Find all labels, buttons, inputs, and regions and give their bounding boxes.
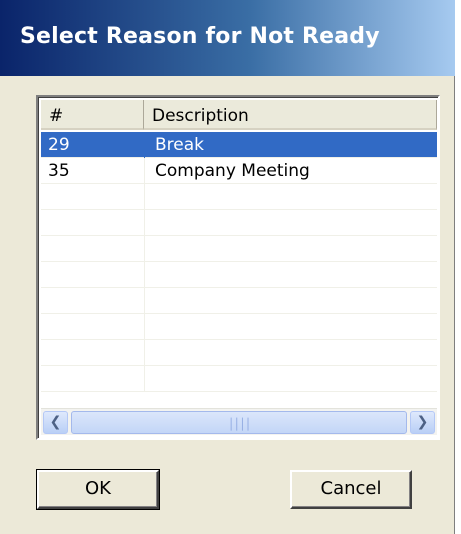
cell-number: 29 <box>48 135 70 155</box>
cancel-button[interactable]: Cancel <box>290 470 412 509</box>
grip-icon: ││││ <box>227 418 251 431</box>
chevron-right-icon: ❯ <box>416 414 429 430</box>
table-row[interactable] <box>41 288 437 314</box>
column-divider <box>144 288 145 314</box>
scroll-thumb[interactable]: ││││ <box>71 411 407 434</box>
column-header-number[interactable]: # <box>41 100 144 130</box>
table-row[interactable] <box>41 366 437 392</box>
column-divider <box>144 158 145 184</box>
cell-number: 35 <box>48 161 70 181</box>
list-header: # Description <box>41 100 437 130</box>
title-bar[interactable]: Select Reason for Not Ready <box>0 0 455 76</box>
column-divider <box>144 340 145 366</box>
reasons-list-view[interactable]: # Description 29 Break 35 Company Meeting ❮… <box>36 95 440 440</box>
table-row[interactable] <box>41 210 437 236</box>
ok-button[interactable]: OK <box>36 469 160 510</box>
column-divider <box>144 366 145 392</box>
table-row[interactable] <box>41 340 437 366</box>
column-header-description[interactable]: Description <box>144 100 437 130</box>
select-reason-dialog: Select Reason for Not Ready # Descriptio… <box>0 0 455 534</box>
column-divider <box>144 262 145 288</box>
scroll-left-button[interactable]: ❮ <box>43 411 68 434</box>
list-rows: 29 Break 35 Company Meeting <box>41 132 437 392</box>
cell-description: Company Meeting <box>155 161 310 181</box>
column-divider <box>144 314 145 340</box>
column-divider <box>144 184 145 210</box>
table-row[interactable] <box>41 314 437 340</box>
column-divider <box>144 210 145 236</box>
cell-description: Break <box>155 135 204 155</box>
table-row[interactable] <box>41 236 437 262</box>
horizontal-scrollbar[interactable]: ❮ ││││ ❯ <box>41 408 437 435</box>
column-divider <box>144 132 145 158</box>
table-row[interactable] <box>41 262 437 288</box>
dialog-title: Select Reason for Not Ready <box>20 24 380 49</box>
table-row[interactable] <box>41 184 437 210</box>
scroll-right-button[interactable]: ❯ <box>410 411 435 434</box>
chevron-left-icon: ❮ <box>49 414 62 430</box>
table-row[interactable]: 35 Company Meeting <box>41 158 437 184</box>
table-row[interactable]: 29 Break <box>41 132 437 158</box>
column-divider <box>144 236 145 262</box>
